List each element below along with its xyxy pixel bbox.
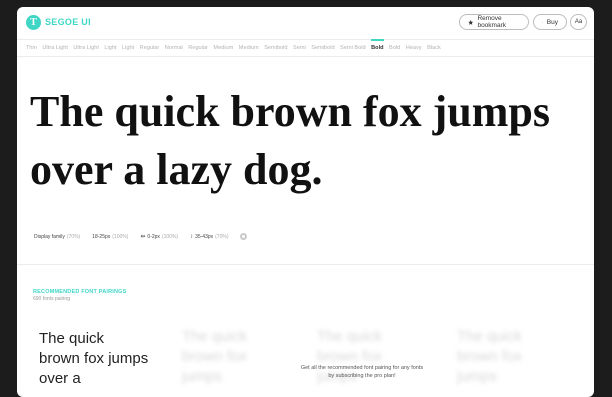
weight-option[interactable]: Regular (188, 45, 208, 51)
top-header: T SEGOE UI Remove bookmark Buy Aa (17, 7, 594, 39)
locked-pairing-card: The quick brown fox jumps (457, 327, 552, 387)
weight-option[interactable]: Medium (213, 45, 233, 51)
weight-option[interactable]: Semibold (311, 45, 334, 51)
weight-option[interactable]: Thin (26, 45, 37, 51)
pairing-sample-card[interactable]: The quick brown fox jumps over a (39, 329, 149, 389)
weights-divider (17, 56, 594, 57)
app-window: T SEGOE UI Remove bookmark Buy Aa Thin U… (17, 7, 594, 397)
remove-bookmark-label: Remove bookmark (477, 15, 520, 29)
pairings-title: RECOMMENDED FONT PAIRINGS (33, 289, 127, 295)
type-controls: Display family (70%) 18-25px (100%) ⇹ 0-… (34, 233, 247, 240)
weight-option[interactable]: Light (122, 45, 134, 51)
pro-plan-message[interactable]: Get all the recommended font pairing for… (292, 364, 432, 380)
buy-button[interactable]: Buy (533, 14, 567, 30)
weight-option[interactable]: Bold (389, 45, 400, 51)
weight-option-active[interactable]: Bold (371, 45, 383, 51)
weight-selector: Thin Ultra Light Ultra Light Light Light… (26, 45, 441, 51)
size-pct: (100%) (112, 234, 128, 240)
letter-spacing-control[interactable]: ⇹ 0-2px (100%) (140, 233, 178, 240)
weight-option[interactable]: Ultra Light (73, 45, 99, 51)
line-height-control[interactable]: ↕ 35-43px (70%) (190, 234, 228, 240)
locked-pairing-card: The quick brown fox jumps (182, 327, 277, 387)
buy-label: Buy (547, 19, 558, 26)
pairings-subtitle: 690 fonts pairing (33, 296, 70, 302)
size-control[interactable]: 18-25px (100%) (92, 234, 128, 240)
reset-icon[interactable] (240, 233, 247, 240)
star-icon (468, 19, 473, 26)
weight-option[interactable]: Semibold (264, 45, 287, 51)
weight-option[interactable]: Black (427, 45, 441, 51)
line-height-icon: ↕ (190, 234, 193, 240)
preview-line-1: The quick brown fox jumps (30, 83, 570, 141)
weight-option[interactable]: Ultra Light (42, 45, 68, 51)
font-name-title: SEGOE UI (45, 17, 91, 27)
weight-option[interactable]: Semi Bold (340, 45, 366, 51)
weight-option[interactable]: Light (104, 45, 116, 51)
type-preview-text[interactable]: The quick brown fox jumps over a lazy do… (30, 83, 570, 199)
lineheight-label: 35-43px (195, 234, 213, 240)
spacing-label: 0-2px (147, 234, 160, 240)
weight-option[interactable]: Semi (293, 45, 306, 51)
size-label: 18-25px (92, 234, 110, 240)
lineheight-pct: (70%) (215, 234, 228, 240)
weight-option[interactable]: Medium (239, 45, 259, 51)
weight-option[interactable]: Normal (165, 45, 183, 51)
family-pct: (70%) (67, 234, 80, 240)
pro-message-line-2: by subscribing the pro plan! (292, 372, 432, 380)
remove-bookmark-button[interactable]: Remove bookmark (459, 14, 529, 30)
weight-option[interactable]: Regular (140, 45, 160, 51)
cart-icon (542, 19, 543, 26)
header-divider (17, 39, 594, 40)
pro-message-line-1: Get all the recommended font pairing for… (292, 364, 432, 372)
text-settings-button[interactable]: Aa (570, 14, 587, 30)
spacing-pct: (100%) (162, 234, 178, 240)
family-label: Display family (34, 234, 65, 240)
preview-line-2: over a lazy dog. (30, 141, 570, 199)
letter-spacing-icon: ⇹ (140, 233, 145, 240)
weight-option[interactable]: Heavy (406, 45, 422, 51)
logo-icon[interactable]: T (26, 15, 41, 30)
section-divider (17, 264, 594, 265)
family-control[interactable]: Display family (70%) (34, 234, 80, 240)
aa-label: Aa (575, 19, 582, 25)
